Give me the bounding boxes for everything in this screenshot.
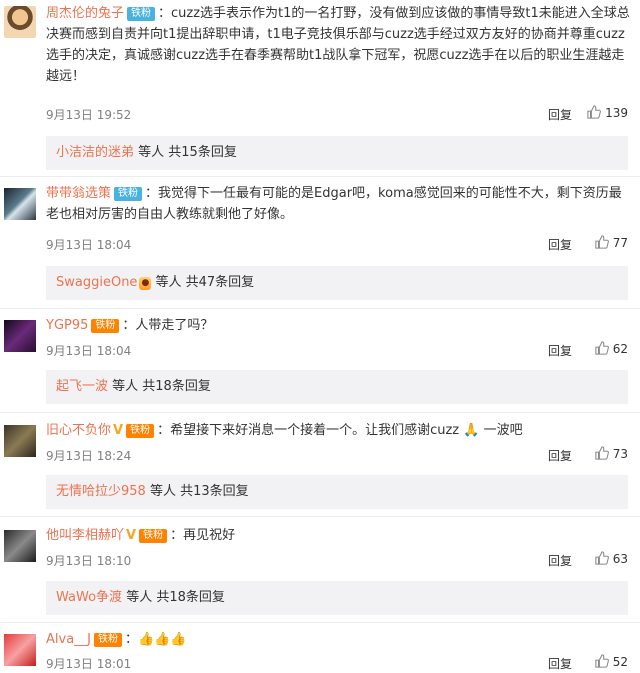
fan-badge[interactable]: 铁粉 [114,187,143,201]
reply-count[interactable]: 等人 共18条回复 [126,590,225,605]
divider [0,622,640,623]
like-count: 73 [612,447,628,461]
avatar[interactable] [4,425,36,457]
thumbs-up-icon [595,551,609,565]
username[interactable]: YGP95 [46,318,88,333]
thumbs-up-icon [595,235,609,249]
avatar[interactable] [4,320,36,352]
username[interactable]: 周杰伦的兔子 [46,6,124,21]
comment-body: 带带翁选策 铁粉 ：我觉得下一任最有可能的是Edgar吧，koma感觉回来的可能性不… [46,183,632,225]
reply-count[interactable]: 等人 共15条回复 [138,145,237,160]
reply-user[interactable]: WaWo争渡 [56,590,122,605]
like-count: 77 [612,236,628,250]
like-button[interactable]: 77 [595,235,628,250]
comment-text: ：再见祝好 [170,528,236,543]
reply-button[interactable]: 回复 [548,447,572,464]
comment-body: Alva__J 铁粉 ：👍👍👍 [46,629,632,650]
divider [0,308,640,309]
divider [0,176,640,177]
comment-body: 旧心不负你 V 铁粉 ：希望接下来好消息一个接着一个。让我们感谢cuzz 🙏 一波吧 [46,420,632,441]
like-button[interactable]: 52 [595,654,628,669]
reply-user[interactable]: 无情哈拉少958 [56,484,146,499]
reply-user[interactable]: 起飞一波 [56,379,108,394]
like-count: 139 [605,106,628,120]
thumbs-up-icon [595,654,609,668]
fan-badge[interactable]: 铁粉 [139,529,168,543]
timestamp: 9月13日 18:10 [46,554,132,568]
like-button[interactable]: 62 [595,341,628,356]
comment-body: YGP95 铁粉 ：人带走了吗？ [46,315,632,336]
avatar[interactable] [4,634,36,666]
reply-count[interactable]: 等人 共13条回复 [150,484,249,499]
reply-button[interactable]: 回复 [548,655,572,672]
divider [0,516,640,517]
avatar[interactable] [4,530,36,562]
avatar[interactable] [4,6,36,38]
comment-text: ：人带走了吗？ [122,318,214,333]
reply-user[interactable]: 小洁洁的迷弟 [56,145,134,160]
comment-meta: 9月13日 18:04 回复 77 [46,235,640,254]
reply-button[interactable]: 回复 [548,106,572,123]
comment-meta: 9月13日 18:10 回复 63 [46,551,640,570]
timestamp: 9月13日 18:04 [46,344,132,358]
reply-button[interactable]: 回复 [548,342,572,359]
like-button[interactable]: 63 [595,551,628,566]
reply-summary[interactable]: SwaggieOne ● 等人 共47条回复 [46,266,628,300]
verified-v-icon: V [126,528,137,543]
thumbs-up-icon [587,105,601,119]
reply-user[interactable]: SwaggieOne [56,275,137,290]
comment-meta: 9月13日 19:52 回复 139 [46,105,640,124]
username[interactable]: 带带翁选策 [46,186,111,201]
like-button[interactable]: 73 [595,446,628,461]
timestamp: 9月13日 19:52 [46,108,132,122]
reply-summary[interactable]: WaWo争渡 等人 共18条回复 [46,581,628,615]
reply-summary[interactable]: 起飞一波 等人 共18条回复 [46,370,628,404]
comment-text: ：👍👍👍 [125,632,187,647]
reply-count[interactable]: 等人 共18条回复 [112,379,211,394]
reply-button[interactable]: 回复 [548,552,572,569]
thumbs-up-icon [595,341,609,355]
comment-text: ：希望接下来好消息一个接着一个。让我们感谢cuzz 🙏 一波吧 [157,423,523,438]
comment-body: 他叫李相赫吖 V 铁粉 ：再见祝好 [46,525,632,546]
timestamp: 9月13日 18:01 [46,657,132,671]
like-count: 63 [612,552,628,566]
reply-summary[interactable]: 小洁洁的迷弟 等人 共15条回复 [46,136,628,170]
comment-meta: 9月13日 18:24 回复 73 [46,446,640,465]
verified-v-icon: V [113,423,124,438]
comment-meta: 9月13日 18:04 回复 62 [46,341,640,360]
reply-count[interactable]: 等人 共47条回复 [155,275,254,290]
reply-button[interactable]: 回复 [548,236,572,253]
timestamp: 9月13日 18:24 [46,449,132,463]
vip-icon: ● [139,277,152,290]
fan-badge[interactable]: 铁粉 [91,319,120,333]
fan-badge[interactable]: 铁粉 [94,633,122,647]
thumbs-up-icon [595,446,609,460]
like-button[interactable]: 139 [587,105,628,120]
like-count: 52 [612,655,628,669]
divider [0,412,640,413]
username[interactable]: Alva__J [46,632,91,647]
username[interactable]: 旧心不负你 [46,423,111,438]
comment-body: 周杰伦的兔子 铁粉 ：cuzz选手表示作为t1的一名打野，没有做到应该做的事情导致t… [46,3,632,87]
comment-meta: 9月13日 18:01 回复 52 [46,654,640,673]
username[interactable]: 他叫李相赫吖 [46,528,124,543]
like-count: 62 [612,342,628,356]
avatar[interactable] [4,188,36,220]
reply-summary[interactable]: 无情哈拉少958 等人 共13条回复 [46,475,628,509]
timestamp: 9月13日 18:04 [46,238,132,252]
fan-badge[interactable]: 铁粉 [126,424,155,438]
fan-badge[interactable]: 铁粉 [127,7,156,21]
